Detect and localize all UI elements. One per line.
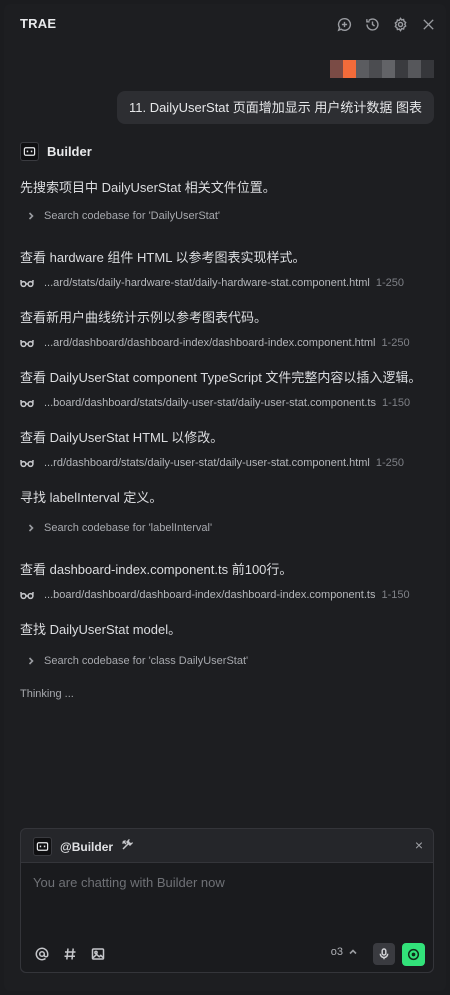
chat-composer: @Builder × o3 [20, 828, 434, 973]
step-text: 查找 DailyUserStat model。 [20, 622, 182, 637]
app-title: TRAE [20, 16, 57, 31]
file-path: ...rd/dashboard/stats/daily-user-stat/da… [44, 457, 370, 469]
file-view-row[interactable]: ...board/dashboard/dashboard-index/dashb… [20, 586, 438, 604]
remove-agent-button[interactable]: × [415, 837, 423, 853]
chevron-up-icon [349, 949, 357, 955]
glasses-icon [20, 338, 36, 348]
search-result-row[interactable]: Search codebase for 'class DailyUserStat… [20, 652, 438, 670]
glasses-icon [20, 458, 36, 468]
chevron-right-icon [24, 524, 38, 532]
builder-header: Builder [20, 142, 92, 161]
builder-name: Builder [47, 144, 92, 159]
chevron-right-icon [24, 657, 38, 665]
panel-header: TRAE [4, 4, 446, 44]
tools-icon[interactable] [121, 837, 134, 856]
search-detail: Search codebase for 'DailyUserStat' [44, 210, 221, 222]
new-chat-icon[interactable] [334, 14, 354, 34]
send-button[interactable] [402, 943, 425, 966]
line-range: 1-150 [382, 397, 411, 409]
microphone-icon [379, 948, 389, 960]
avatar-pixel [343, 60, 356, 78]
avatar-pixel [369, 60, 382, 78]
file-path: ...ard/stats/daily-hardware-stat/daily-h… [44, 277, 370, 289]
file-view-row[interactable]: ...board/dashboard/stats/daily-user-stat… [20, 394, 438, 412]
avatar-pixel [395, 60, 408, 78]
glasses-icon [20, 278, 36, 288]
search-detail: Search codebase for 'class DailyUserStat… [44, 655, 249, 667]
step-text: 查看 hardware 组件 HTML 以参考图表实现样式。 [20, 250, 306, 265]
step-text: 查看 DailyUserStat component TypeScript 文件… [20, 370, 422, 385]
composer-input-area: o3 [21, 862, 433, 972]
search-detail: Search codebase for 'labelInterval' [44, 522, 213, 534]
avatar-pixel [382, 60, 395, 78]
chevron-right-icon [24, 212, 38, 220]
settings-icon[interactable] [390, 14, 410, 34]
avatar-pixel [356, 60, 369, 78]
microphone-button[interactable] [373, 943, 395, 965]
stop-circle-icon [407, 948, 420, 961]
avatar-pixel [421, 60, 434, 78]
step-text: 查看 dashboard-index.component.ts 前100行。 [20, 562, 293, 577]
agent-tag-label: @Builder [60, 839, 114, 854]
line-range: 1-250 [375, 277, 404, 289]
model-selector[interactable]: o3 [331, 946, 357, 958]
chat-input[interactable] [33, 875, 419, 915]
agent-tag: @Builder [33, 837, 134, 856]
mention-icon[interactable] [33, 945, 51, 963]
file-view-row[interactable]: ...rd/dashboard/stats/daily-user-stat/da… [20, 454, 438, 472]
step-text: 查看新用户曲线统计示例以参考图表代码。 [20, 310, 268, 325]
glasses-icon [20, 398, 36, 408]
avatar-pixel [330, 60, 343, 78]
glasses-icon [20, 590, 36, 600]
history-icon[interactable] [362, 14, 382, 34]
robot-icon [33, 837, 52, 856]
file-path: ...ard/dashboard/dashboard-index/dashboa… [44, 337, 376, 349]
step-text: 先搜索项目中 DailyUserStat 相关文件位置。 [20, 180, 276, 195]
search-result-row[interactable]: Search codebase for 'labelInterval' [20, 519, 438, 537]
step-text: 寻找 labelInterval 定义。 [20, 490, 163, 505]
search-result-row[interactable]: Search codebase for 'DailyUserStat' [20, 207, 438, 225]
avatar-pixel [408, 60, 421, 78]
chat-panel: TRAE 11. DailyUserStat 页面增加显示 用户统计数据 图表 … [4, 4, 446, 991]
line-range: 1-250 [375, 457, 405, 469]
close-icon[interactable] [418, 14, 438, 34]
line-range: 1-150 [381, 589, 410, 601]
robot-icon [20, 142, 39, 161]
line-range: 1-250 [381, 337, 410, 349]
file-path: ...board/dashboard/stats/daily-user-stat… [44, 397, 376, 409]
user-message: 11. DailyUserStat 页面增加显示 用户统计数据 图表 [116, 91, 434, 124]
file-view-row[interactable]: ...ard/stats/daily-hardware-stat/daily-h… [20, 274, 438, 292]
user-avatar [330, 60, 434, 78]
file-view-row[interactable]: ...ard/dashboard/dashboard-index/dashboa… [20, 334, 438, 352]
image-icon[interactable] [89, 945, 107, 963]
thinking-status: Thinking ... [20, 688, 74, 700]
model-name: o3 [330, 946, 343, 958]
hash-icon[interactable] [61, 945, 79, 963]
step-text: 查看 DailyUserStat HTML 以修改。 [20, 430, 224, 445]
header-actions [334, 14, 438, 34]
file-path: ...board/dashboard/dashboard-index/dashb… [44, 589, 376, 601]
